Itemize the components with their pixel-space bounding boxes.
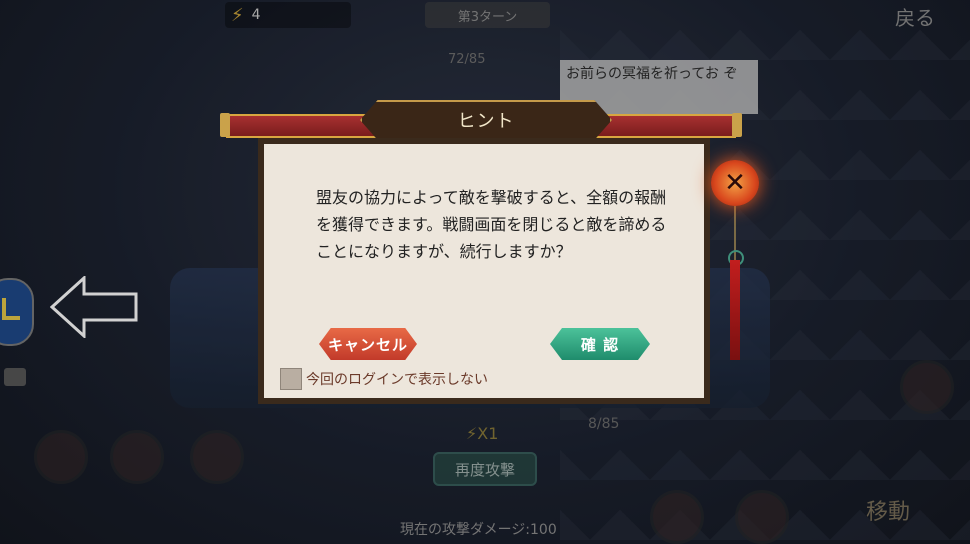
scroll-cap-left xyxy=(220,113,230,137)
dialog-title: ヒント xyxy=(457,111,515,132)
close-button[interactable]: ✕ xyxy=(711,160,759,206)
dont-show-row[interactable]: 今回のログインで表示しない xyxy=(280,368,488,390)
dont-show-checkbox[interactable] xyxy=(280,368,302,390)
confirm-button[interactable]: 確 認 xyxy=(550,328,650,360)
hint-dialog: 盟友の協力によって敵を撃破すると、全額の報酬を獲得できます。戦闘画面を閉じると敵… xyxy=(258,138,710,404)
close-icon: ✕ xyxy=(724,168,746,198)
red-tassel xyxy=(730,260,740,360)
dialog-title-plate: ヒント xyxy=(360,100,612,140)
dialog-message: 盟友の協力によって敵を撃破すると、全額の報酬を獲得できます。戦闘画面を閉じると敵… xyxy=(316,188,667,261)
scroll-cap-right xyxy=(732,113,742,137)
dont-show-label: 今回のログインで表示しない xyxy=(306,372,488,388)
cancel-button[interactable]: キャンセル xyxy=(319,328,417,360)
